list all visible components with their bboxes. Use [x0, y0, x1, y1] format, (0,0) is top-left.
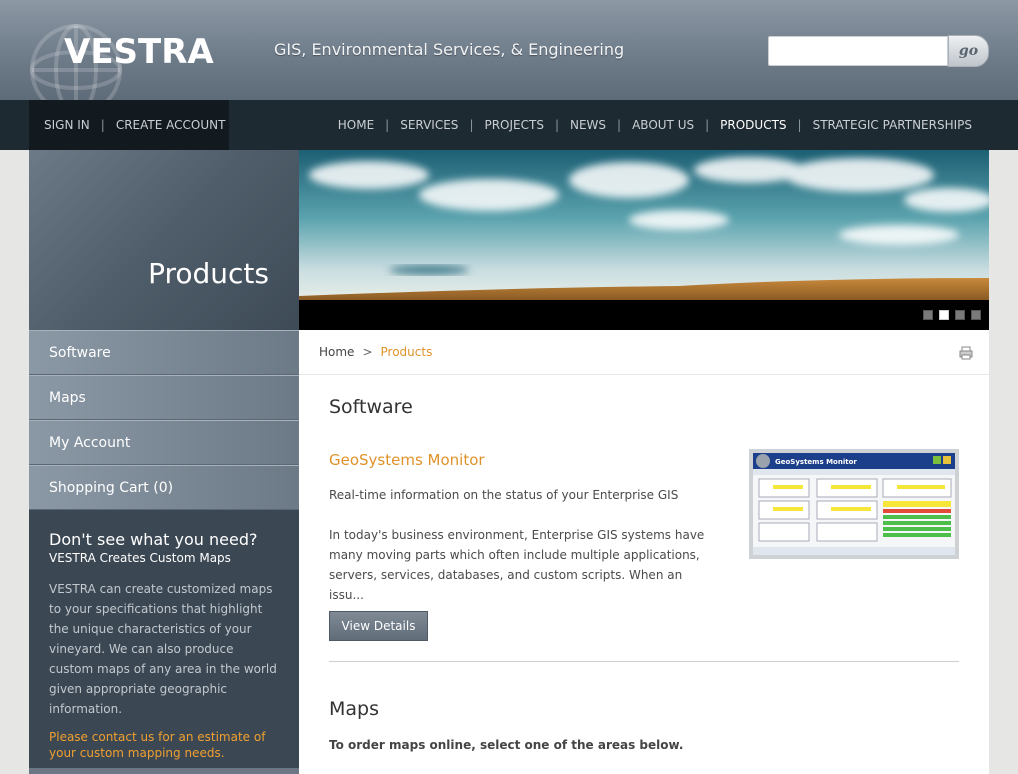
sidebar-bottom-strip	[29, 768, 299, 774]
nav-about-us[interactable]: ABOUT US	[632, 118, 694, 132]
site-logo[interactable]: VESTRA	[64, 32, 214, 72]
nav-products[interactable]: PRODUCTS	[720, 118, 786, 132]
divider	[329, 661, 959, 662]
breadcrumb-current: Products	[380, 345, 433, 359]
product-summary: Real-time information on the status of y…	[329, 488, 679, 502]
slide-dot-4[interactable]	[971, 310, 981, 320]
print-icon[interactable]	[959, 345, 973, 360]
divider	[299, 374, 989, 375]
nav-separator: |	[797, 118, 802, 132]
nav-separator: |	[100, 118, 105, 132]
promo-subheading: VESTRA Creates Custom Maps	[49, 551, 231, 565]
create-account-link[interactable]: CREATE ACCOUNT	[116, 118, 226, 132]
page-title: Products	[148, 257, 269, 290]
slide-dot-3[interactable]	[955, 310, 965, 320]
nav-separator: |	[469, 118, 474, 132]
sidebar-item-shopping-cart[interactable]: Shopping Cart (0)	[29, 465, 299, 510]
banner-image	[299, 150, 989, 300]
promo-heading: Don't see what you need?	[49, 530, 258, 549]
view-details-button[interactable]: View Details	[329, 611, 428, 641]
nav-separator: |	[554, 118, 559, 132]
product-thumbnail[interactable]: GeoSystems Monitor	[749, 449, 959, 559]
nav-services[interactable]: SERVICES	[400, 118, 458, 132]
nav-separator: |	[617, 118, 622, 132]
product-title-link[interactable]: GeoSystems Monitor	[329, 451, 485, 469]
section-hero: Products	[29, 150, 299, 330]
custom-maps-promo: Don't see what you need? VESTRA Creates …	[29, 510, 299, 774]
nav-home[interactable]: HOME	[338, 118, 374, 132]
promo-body: VESTRA can create customized maps to you…	[49, 582, 277, 716]
software-heading: Software	[329, 396, 413, 418]
account-links: SIGN IN | CREATE ACCOUNT	[29, 100, 229, 150]
site-tagline: GIS, Environmental Services, & Engineeri…	[274, 40, 625, 59]
thumbnail-title: GeoSystems Monitor	[775, 458, 857, 466]
search-go-button[interactable]: go	[948, 35, 989, 67]
sidebar-item-software[interactable]: Software	[29, 330, 299, 375]
sidebar-item-maps[interactable]: Maps	[29, 375, 299, 420]
sign-in-link[interactable]: SIGN IN	[44, 118, 90, 132]
maps-heading: Maps	[329, 698, 379, 720]
nav-separator: |	[385, 118, 390, 132]
nav-news[interactable]: NEWS	[570, 118, 606, 132]
banner-pager	[299, 300, 989, 330]
primary-nav: HOME | SERVICES | PROJECTS | NEWS | ABOU…	[338, 100, 972, 150]
nav-projects[interactable]: PROJECTS	[484, 118, 543, 132]
main-content: Home > Products Software GeoSystems Monito…	[299, 330, 989, 774]
product-description: In today's business environment, Enterpr…	[329, 528, 705, 602]
promo-contact-link[interactable]: Please contact us for an estimate of you…	[49, 729, 279, 761]
nav-separator: |	[705, 118, 710, 132]
main-navbar: SIGN IN | CREATE ACCOUNT HOME | SERVICES…	[0, 100, 1018, 150]
maps-instruction: To order maps online, select one of the …	[329, 738, 684, 752]
breadcrumb-separator: >	[362, 345, 373, 359]
breadcrumb-home[interactable]: Home	[319, 345, 354, 359]
site-header: VESTRA GIS, Environmental Services, & En…	[0, 0, 1018, 100]
slide-dot-2[interactable]	[939, 310, 949, 320]
search-input[interactable]	[768, 36, 948, 66]
sidebar-menu: Software Maps My Account Shopping Cart (…	[29, 330, 299, 510]
slide-dot-1[interactable]	[923, 310, 933, 320]
sidebar-item-my-account[interactable]: My Account	[29, 420, 299, 465]
nav-strategic-partnerships[interactable]: STRATEGIC PARTNERSHIPS	[813, 118, 972, 132]
breadcrumb: Home > Products	[319, 345, 432, 359]
